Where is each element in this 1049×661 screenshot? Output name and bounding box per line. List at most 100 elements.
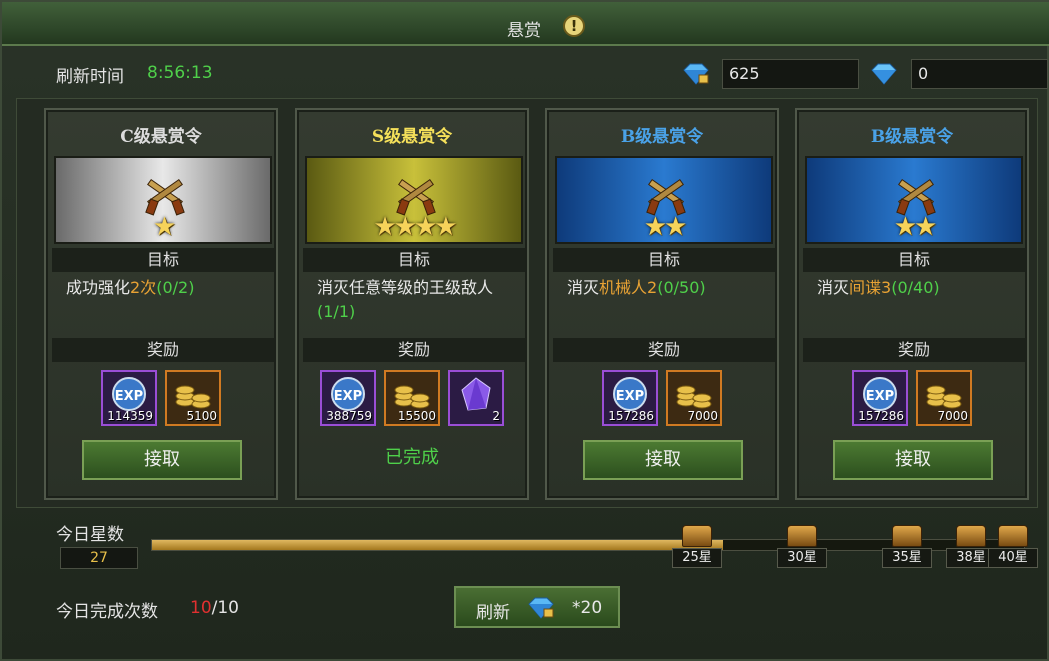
reward-amount: 157286 (858, 409, 904, 423)
svg-text:EXP: EXP (866, 389, 894, 404)
crossed-pistols-icon (396, 178, 436, 216)
objective-text: 消灭间谍3(0/40) (817, 276, 1017, 300)
bounty-card: C级悬赏令 ★ 目标 成功强化2次(0/2) 奖励 EXP 114359 5100 接取 (44, 108, 278, 500)
objective-prefix: 消灭 (567, 278, 600, 297)
accept-button[interactable]: 接取 (833, 440, 993, 480)
accept-button[interactable]: 接取 (583, 440, 743, 480)
star-rating: ★★★★ (373, 212, 457, 242)
refresh-time-value: 8:56:13 (147, 63, 213, 83)
gold-coins-icon[interactable]: 5100 (165, 370, 221, 426)
bound-diamond-count: 625 (722, 59, 859, 89)
objective-progress: (0/40) (891, 278, 940, 297)
svg-text:EXP: EXP (616, 389, 644, 404)
exp-icon[interactable]: EXP 388759 (320, 370, 376, 426)
card-title: S级悬赏令 (371, 127, 453, 147)
objective-progress: (0/2) (156, 278, 195, 297)
bounty-card: S级悬赏令 ★★★★ 目标消灭任意等级的王级敌人 (1/1) 奖励 EXP 388759 15… (295, 108, 529, 500)
bound-diamond-icon (683, 63, 709, 85)
title-bar: 悬赏 ! (2, 2, 1049, 46)
bounty-card: B级悬赏令 ★★ 目标消灭间谍3(0/40) 奖励 EXP 157286 7000 接取 (795, 108, 1029, 500)
purple-crystal-icon[interactable]: 2 (448, 370, 504, 426)
gold-coins-icon[interactable]: 15500 (384, 370, 440, 426)
milestone-label: 30星 (777, 548, 827, 568)
refresh-button-label: 刷新 (476, 603, 510, 623)
crossed-pistols-icon (646, 178, 686, 216)
card-banner: ★★★★ (305, 156, 523, 244)
reward-amount: 7000 (937, 409, 968, 423)
exp-icon[interactable]: EXP 157286 (602, 370, 658, 426)
exp-icon[interactable]: EXP 114359 (101, 370, 157, 426)
star-rating: ★★ (893, 212, 938, 242)
completion-done: 10 (190, 598, 212, 618)
gold-coins-icon[interactable]: 7000 (666, 370, 722, 426)
refresh-time-label: 刷新时间 (56, 67, 124, 87)
window-title: 悬赏 (507, 21, 541, 41)
reward-amount: 15500 (397, 409, 436, 423)
card-title: B级悬赏令 (620, 127, 704, 147)
objective-header: 目标 (303, 248, 525, 272)
daily-stars-value: 27 (60, 547, 138, 569)
objective-text: 成功强化2次(0/2) (66, 276, 266, 300)
reward-list: EXP 157286 7000 (797, 370, 1027, 426)
daily-stars-label: 今日星数 (56, 525, 124, 545)
milestone-label: 25星 (672, 548, 722, 568)
treasure-chest-icon[interactable] (998, 525, 1028, 547)
reward-amount: 157286 (608, 409, 654, 423)
objective-prefix: 消灭任意等级的王级敌人 (317, 278, 494, 297)
exp-icon[interactable]: EXP 157286 (852, 370, 908, 426)
gold-coins-icon[interactable]: 7000 (916, 370, 972, 426)
objective-progress: (1/1) (317, 302, 356, 321)
objective-prefix: 消灭 (817, 278, 850, 297)
milestone-label: 40星 (988, 548, 1038, 568)
objective-header: 目标 (52, 248, 274, 272)
bounty-card: B级悬赏令 ★★ 目标消灭机械人2(0/50) 奖励 EXP 157286 7000 接取 (545, 108, 779, 500)
treasure-chest-icon[interactable] (682, 525, 712, 547)
objective-text: 消灭任意等级的王级敌人 (1/1) (317, 276, 517, 324)
reward-amount: 114359 (107, 409, 153, 423)
crossed-pistols-icon (896, 178, 936, 216)
reward-header: 奖励 (553, 338, 775, 362)
objective-text: 消灭机械人2(0/50) (567, 276, 767, 300)
star-progress-fill (152, 540, 724, 550)
objective-header: 目标 (553, 248, 775, 272)
reward-header: 奖励 (52, 338, 274, 362)
reward-header: 奖励 (303, 338, 525, 362)
treasure-chest-icon[interactable] (787, 525, 817, 547)
crossed-pistols-icon (145, 178, 185, 216)
reward-amount: 5100 (186, 409, 217, 423)
refresh-cost: *20 (572, 598, 603, 618)
star-rating: ★★ (643, 212, 688, 242)
svg-text:EXP: EXP (334, 389, 362, 404)
objective-target: 机械人2 (599, 278, 658, 297)
objective-header: 目标 (803, 248, 1025, 272)
reward-amount: 2 (492, 409, 500, 423)
daily-completion-label: 今日完成次数 (56, 602, 158, 622)
completion-total: /10 (211, 598, 239, 618)
refresh-button[interactable]: 刷新 *20 (454, 586, 620, 628)
objective-target: 间谍3 (849, 278, 892, 297)
reward-list: EXP 114359 5100 (46, 370, 276, 426)
card-banner: ★★ (805, 156, 1023, 244)
info-icon[interactable]: ! (563, 15, 585, 37)
diamond-count: 0 (911, 59, 1048, 89)
completed-status: 已完成 (385, 447, 439, 468)
milestone-label: 35星 (882, 548, 932, 568)
card-title: B级悬赏令 (870, 127, 954, 147)
card-banner: ★ (54, 156, 272, 244)
svg-text:EXP: EXP (115, 389, 143, 404)
reward-header: 奖励 (803, 338, 1025, 362)
objective-target: 2次 (130, 278, 157, 297)
reward-list: EXP 388759 15500 2 (297, 370, 527, 426)
treasure-chest-icon[interactable] (892, 525, 922, 547)
bound-diamond-icon (528, 597, 554, 619)
accept-button[interactable]: 接取 (82, 440, 242, 480)
reward-amount: 7000 (687, 409, 718, 423)
treasure-chest-icon[interactable] (956, 525, 986, 547)
objective-progress: (0/50) (657, 278, 706, 297)
reward-list: EXP 157286 7000 (547, 370, 777, 426)
daily-completion-count: 10/10 (190, 598, 239, 618)
card-banner: ★★ (555, 156, 773, 244)
bounty-window: 悬赏 ! 刷新时间 8:56:13 625 0 C级悬赏令 ★ 目标 成功强化2次(0… (0, 0, 1049, 661)
diamond-icon (871, 63, 897, 85)
objective-prefix: 成功强化 (66, 278, 131, 297)
